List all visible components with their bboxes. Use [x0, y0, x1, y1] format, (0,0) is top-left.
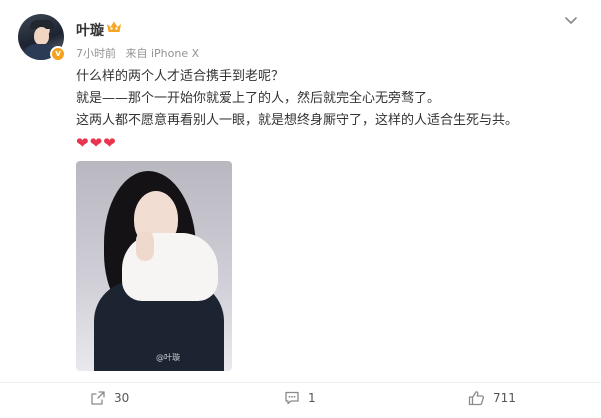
heart-emoji-icon: ❤❤❤: [76, 134, 117, 152]
vip-crown-icon: [107, 21, 121, 32]
weibo-post-card: v 叶璇 7小时前 来自 iPhone X 什么样的两个人才适合携手到老呢？ 就…: [0, 0, 601, 418]
post-body: 什么样的两个人才适合携手到老呢？ 就是——那个一开始你就爱上了的人，然后就完全心…: [76, 66, 586, 132]
comment-icon: [285, 391, 299, 405]
post-photo[interactable]: @叶璇: [76, 161, 232, 371]
post-source: 来自 iPhone X: [125, 47, 200, 60]
like-count: 711: [493, 391, 516, 405]
chevron-down-icon[interactable]: [563, 12, 579, 28]
post-line: 这两人都不愿意再看别人一眼，就是想终身厮守了，这样的人适合生死与共。: [76, 113, 519, 128]
photo-watermark: @叶璇: [156, 353, 180, 362]
post-meta: 7小时前 来自 iPhone X: [76, 45, 205, 61]
author-name[interactable]: 叶璇: [76, 20, 104, 40]
share-icon: [91, 391, 105, 405]
comment-button[interactable]: 1: [284, 388, 316, 408]
post-line: 就是——那个一开始你就爱上了的人，然后就完全心无旁骛了。: [76, 91, 441, 106]
comment-count: 1: [308, 391, 316, 405]
repost-button[interactable]: 30: [90, 388, 129, 408]
photo-hand: [136, 231, 154, 261]
verified-badge-icon: v: [50, 46, 66, 62]
action-divider: [0, 382, 601, 383]
repost-count: 30: [114, 391, 130, 405]
avatar-face: [34, 27, 49, 45]
thumbs-up-icon: [468, 391, 485, 406]
post-time[interactable]: 7小时前: [76, 47, 116, 60]
like-button[interactable]: 711: [468, 388, 516, 408]
post-line: 什么样的两个人才适合携手到老呢？: [76, 69, 285, 84]
